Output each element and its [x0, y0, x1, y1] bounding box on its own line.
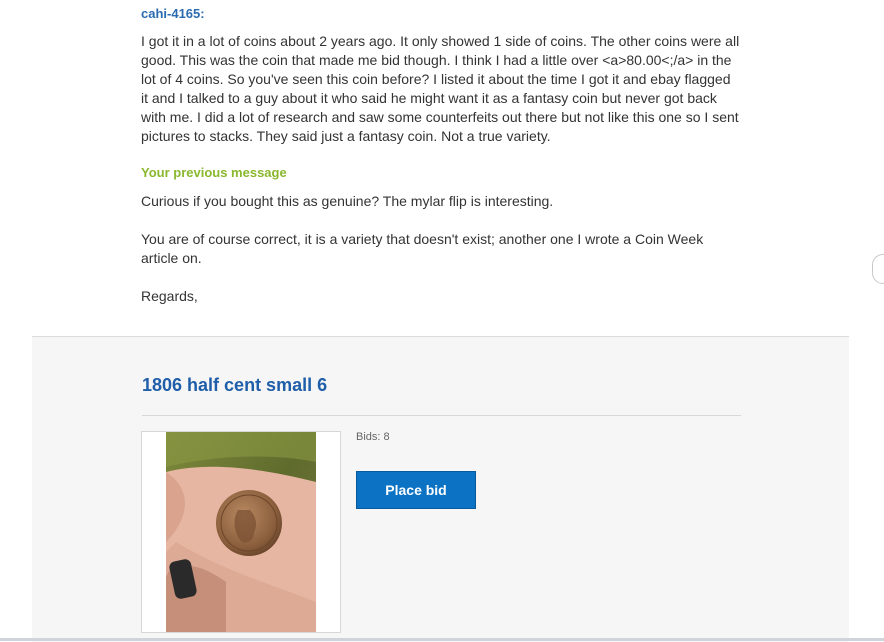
item-title-link[interactable]: 1806 half cent small 6 [142, 375, 327, 396]
previous-message-label: Your previous message [141, 165, 287, 180]
previous-message-body: Curious if you bought this as genuine? T… [141, 192, 741, 325]
coin-in-hand-photo [166, 432, 316, 632]
message-body: I got it in a lot of coins about 2 years… [141, 33, 740, 144]
bid-count: Bids: 8 [356, 431, 390, 443]
scroll-edge-handle[interactable] [872, 254, 884, 284]
item-image[interactable] [141, 431, 341, 633]
place-bid-button[interactable]: Place bid [356, 471, 476, 509]
previous-message-paragraph: Regards, [141, 288, 198, 304]
title-divider [142, 415, 741, 416]
previous-message-paragraph: Curious if you bought this as genuine? T… [141, 193, 554, 209]
sender-name: cahi-4165: [141, 6, 205, 21]
previous-message-paragraph: You are of course correct, it is a varie… [141, 231, 704, 266]
